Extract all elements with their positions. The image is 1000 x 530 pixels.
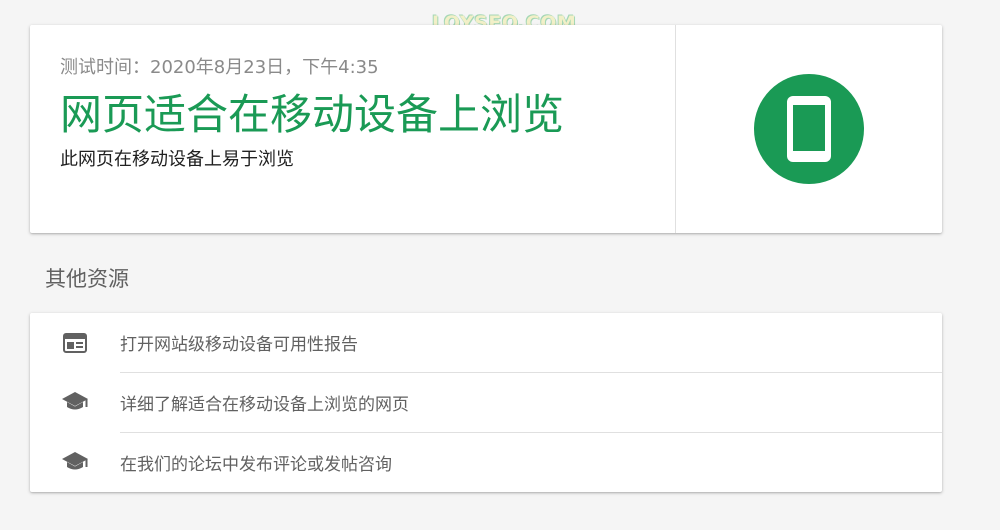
- result-headline: 网页适合在移动设备上浏览: [60, 90, 565, 139]
- result-icon-panel: [676, 25, 942, 233]
- test-timestamp: 测试时间：2020年8月23日，下午4:35: [60, 57, 379, 78]
- graduation-cap-icon: [30, 391, 120, 413]
- result-subtitle: 此网页在移动设备上易于浏览: [60, 149, 294, 170]
- other-resources-heading: 其他资源: [45, 267, 129, 291]
- result-text-panel: 测试时间：2020年8月23日，下午4:35 网页适合在移动设备上浏览 此网页在…: [30, 25, 676, 233]
- resource-item-forum[interactable]: 在我们的论坛中发布评论或发帖咨询: [30, 432, 942, 492]
- graduation-cap-icon: [30, 451, 120, 473]
- mobile-phone-icon: [787, 96, 831, 162]
- resources-list: 打开网站级移动设备可用性报告 详细了解适合在移动设备上浏览的网页 在我们的论坛中…: [30, 313, 942, 492]
- test-result-card: 测试时间：2020年8月23日，下午4:35 网页适合在移动设备上浏览 此网页在…: [30, 25, 942, 233]
- resource-label: 在我们的论坛中发布评论或发帖咨询: [120, 454, 392, 475]
- report-icon: [30, 332, 120, 353]
- resource-label: 打开网站级移动设备可用性报告: [120, 335, 358, 355]
- resource-label: 详细了解适合在移动设备上浏览的网页: [120, 394, 409, 415]
- resource-item-usability-report[interactable]: 打开网站级移动设备可用性报告: [30, 313, 942, 372]
- resource-item-learn-more[interactable]: 详细了解适合在移动设备上浏览的网页: [30, 372, 942, 432]
- mobile-friendly-badge: [754, 74, 864, 184]
